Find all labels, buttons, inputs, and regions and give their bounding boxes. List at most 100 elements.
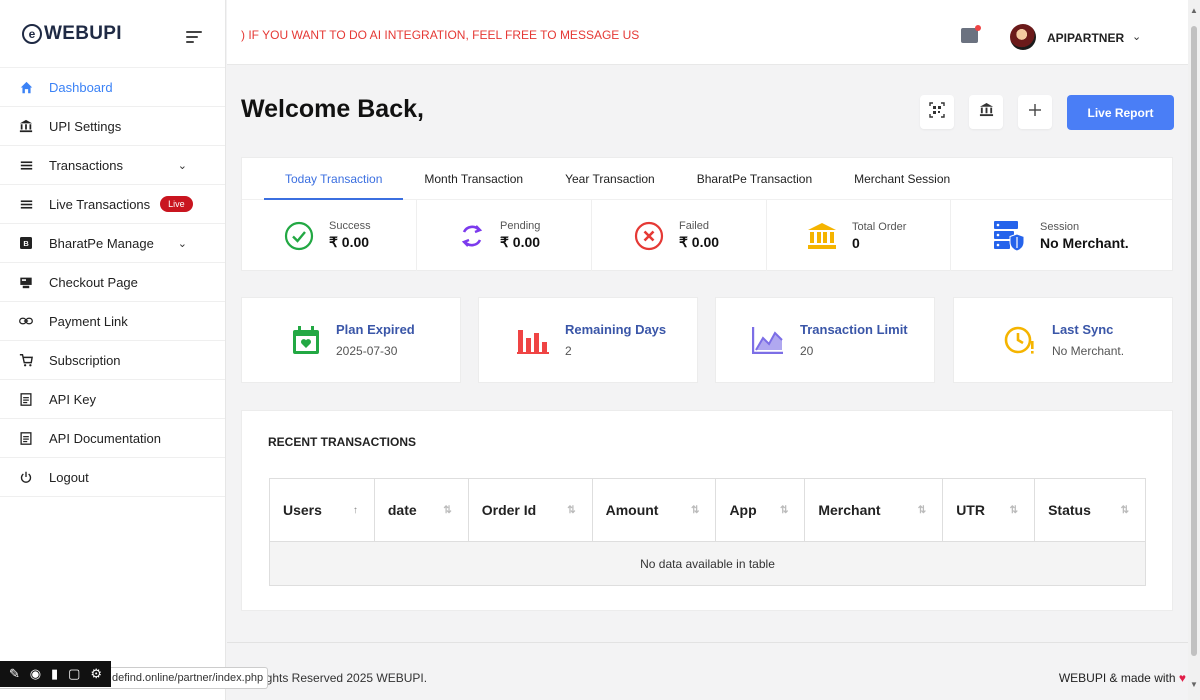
sidebar-item-api-documentation[interactable]: API Documentation — [0, 419, 225, 458]
line-chart-icon — [752, 326, 784, 354]
video-icon[interactable]: ▮ — [51, 666, 58, 682]
column-header-label: App — [729, 502, 757, 518]
link-icon — [18, 313, 34, 329]
camera-icon[interactable]: ◉ — [30, 666, 41, 682]
bar-chart-icon — [517, 326, 549, 354]
sidebar-item-dashboard[interactable]: Dashboard — [0, 68, 225, 107]
info-card-value: 2 — [565, 344, 572, 358]
last-sync-card: Last Sync No Merchant. — [953, 297, 1173, 383]
column-header-date[interactable]: date ⇅ — [373, 478, 469, 542]
chevron-down-icon[interactable]: ⌄ — [1132, 30, 1141, 43]
column-header-label: Merchant — [818, 502, 881, 518]
remaining-days-card: Remaining Days 2 — [478, 297, 698, 383]
info-card-value: No Merchant. — [1052, 344, 1125, 358]
live-report-button[interactable]: Live Report — [1067, 95, 1174, 130]
sidebar-item-checkout-page[interactable]: Checkout Page — [0, 263, 225, 302]
sidebar-item-payment-link[interactable]: Payment Link — [0, 302, 225, 341]
column-header-label: Status — [1048, 502, 1091, 518]
sidebar-item-api-key[interactable]: API Key — [0, 380, 225, 419]
sidebar-item-label: Payment Link — [49, 313, 128, 329]
sidebar-item-live-transactions[interactable]: Live Transactions Live — [0, 185, 225, 224]
message-icon[interactable] — [961, 25, 981, 43]
tab-bharatpe-transaction[interactable]: BharatPe Transaction — [676, 158, 833, 200]
column-header-amount[interactable]: Amount ⇅ — [591, 478, 717, 542]
qr-code-button[interactable] — [920, 95, 954, 129]
bank-button[interactable] — [969, 95, 1003, 129]
sidebar-item-label: Transactions — [49, 157, 123, 173]
sort-icon: ↑ — [352, 505, 358, 516]
column-header-label: Order Id — [481, 502, 537, 518]
gear-icon[interactable]: ⚙ — [90, 666, 102, 682]
column-header-app[interactable]: App ⇅ — [715, 478, 806, 542]
cart-icon — [18, 352, 34, 368]
list-icon — [18, 196, 34, 212]
bank-icon — [18, 118, 34, 134]
power-icon — [18, 469, 34, 485]
sort-icon: ⇅ — [779, 505, 789, 516]
recent-transactions-card: RECENT TRANSACTIONS Users ↑ date ⇅ Order I… — [241, 410, 1173, 611]
transaction-limit-card: Transaction Limit 20 — [715, 297, 935, 383]
tab-today-transaction[interactable]: Today Transaction — [264, 158, 404, 200]
stat-failed: Failed ₹ 0.00 — [592, 200, 767, 271]
tab-merchant-session[interactable]: Merchant Session — [833, 158, 971, 200]
heart-icon: ♥ — [1178, 671, 1186, 685]
info-card-title: Plan Expired — [336, 322, 415, 337]
bank-icon — [807, 222, 837, 250]
bharatpe-icon: B — [18, 235, 34, 251]
menu-toggle-icon[interactable] — [186, 31, 202, 46]
sort-icon: ⇅ — [1120, 505, 1129, 516]
sidebar-item-subscription[interactable]: Subscription — [0, 341, 225, 380]
column-header-status[interactable]: Status ⇅ — [1034, 478, 1146, 542]
sidebar-item-label: Live Transactions — [49, 196, 151, 212]
sidebar-item-bharatpe-manage[interactable]: B BharatPe Manage ⌄ — [0, 224, 225, 263]
column-header-label: UTR — [956, 502, 985, 518]
column-header-label: Users — [283, 502, 322, 518]
stat-value: ₹ 0.00 — [679, 234, 720, 250]
sort-icon: ⇅ — [917, 505, 927, 516]
info-card-value: 20 — [800, 344, 814, 358]
empty-table-message: No data available in table — [269, 541, 1146, 586]
column-header-users[interactable]: Users ↑ — [269, 478, 375, 542]
sidebar-nav: Dashboard UPI Settings Transactions ⌄ Li… — [0, 68, 225, 497]
sidebar-item-transactions[interactable]: Transactions ⌄ — [0, 146, 225, 185]
footer-credit: WEBUPI & made with ♥ — [1059, 671, 1186, 685]
chevron-down-icon: ⌄ — [177, 237, 187, 250]
stat-label: Pending — [500, 220, 541, 232]
scrollbar-thumb[interactable] — [1191, 26, 1197, 656]
column-header-utr[interactable]: UTR ⇅ — [942, 478, 1036, 542]
calendar-heart-icon — [292, 325, 320, 355]
server-shield-icon — [993, 220, 1025, 252]
add-button[interactable] — [1018, 95, 1052, 129]
info-card-value: 2025-07-30 — [336, 344, 398, 358]
qr-code-icon — [929, 101, 945, 123]
section-title: RECENT TRANSACTIONS — [268, 435, 417, 449]
tab-year-transaction[interactable]: Year Transaction — [544, 158, 676, 200]
checkout-icon — [18, 274, 34, 290]
sidebar-item-label: UPI Settings — [49, 118, 122, 134]
info-card-title: Transaction Limit — [800, 322, 908, 337]
close-circle-icon — [634, 221, 664, 251]
stat-value: ₹ 0.00 — [329, 234, 370, 250]
sort-icon: ⇅ — [443, 505, 452, 516]
sort-icon: ⇅ — [567, 505, 576, 516]
scroll-up-icon[interactable]: ▲ — [1190, 6, 1198, 15]
list-icon — [18, 157, 34, 173]
column-header-merchant[interactable]: Merchant ⇅ — [804, 478, 944, 542]
sidebar-item-logout[interactable]: Logout — [0, 458, 225, 497]
avatar[interactable] — [1010, 24, 1036, 50]
sidebar-item-upi-settings[interactable]: UPI Settings — [0, 107, 225, 146]
column-header-order-id[interactable]: Order Id ⇅ — [467, 478, 593, 542]
window-icon[interactable]: ▢ — [68, 666, 80, 682]
page-scrollbar[interactable]: ▲ ▼ — [1188, 0, 1200, 700]
stat-label: Failed — [679, 220, 709, 232]
scroll-down-icon[interactable]: ▼ — [1190, 680, 1198, 689]
sidebar: e WEBUPI Dashboard UPI Settings Transact… — [0, 0, 226, 700]
footer: ights Reserved 2025 WEBUPI. WEBUPI & mad… — [227, 642, 1188, 700]
check-circle-icon — [284, 221, 314, 251]
username[interactable]: APIPARTNER — [1047, 31, 1124, 45]
table-row: No data available in table — [269, 541, 1146, 586]
transaction-stats-card: Today Transaction Month Transaction Year… — [241, 157, 1173, 271]
sidebar-item-label: API Key — [49, 391, 96, 407]
pin-icon[interactable]: ✎ — [9, 666, 20, 682]
tab-month-transaction[interactable]: Month Transaction — [403, 158, 544, 200]
